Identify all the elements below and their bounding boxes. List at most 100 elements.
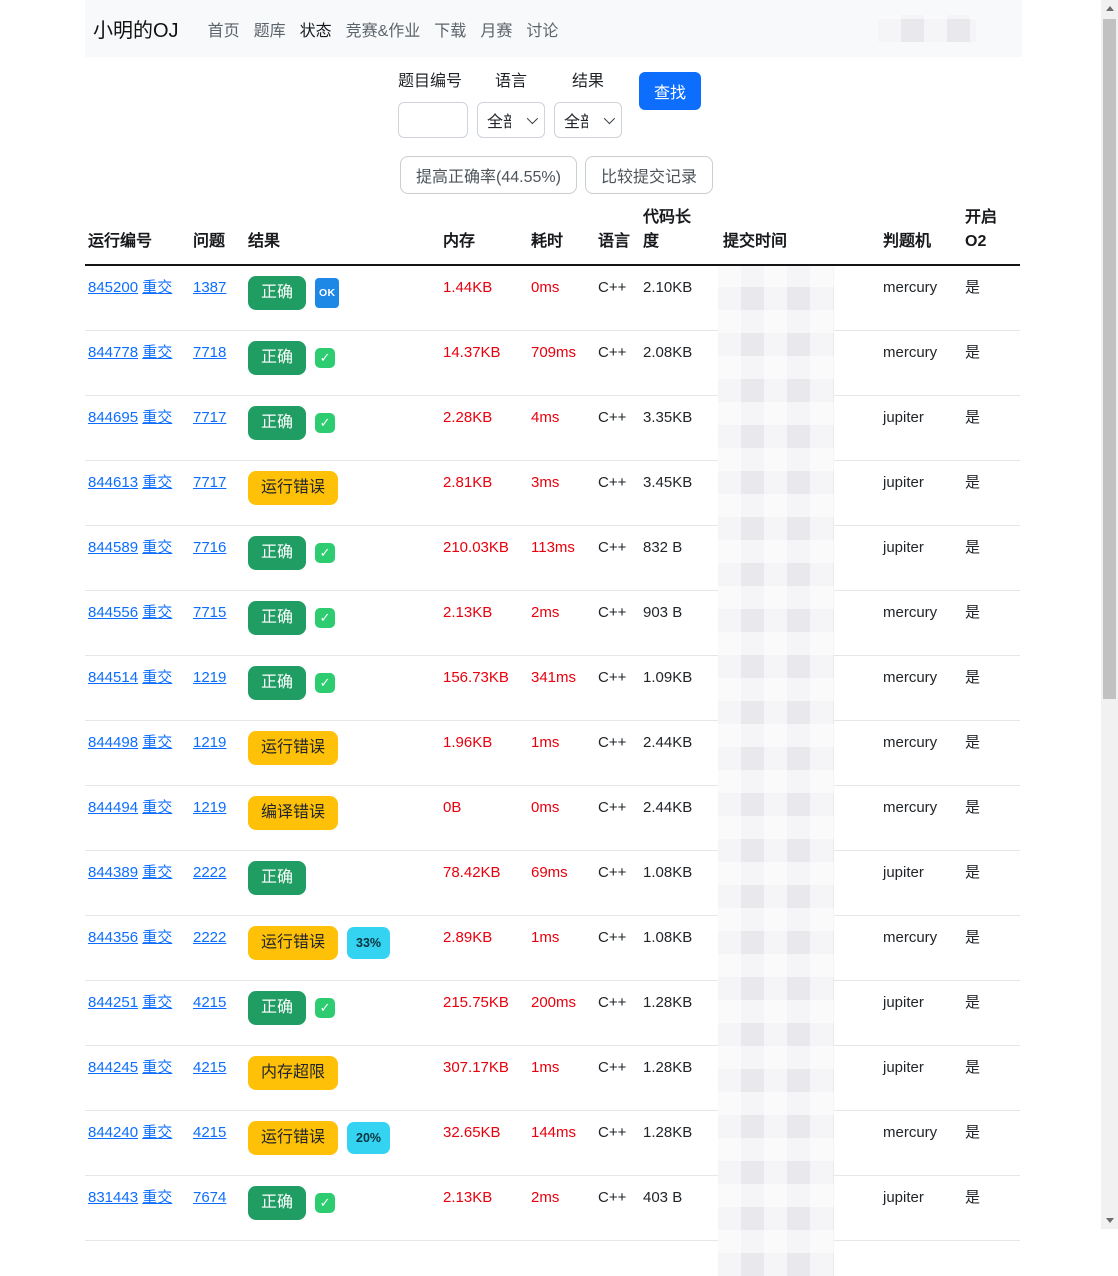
nav-item-discuss[interactable]: 讨论	[526, 17, 558, 41]
resubmit-link[interactable]: 重交	[142, 604, 172, 621]
nav-item-download[interactable]: 下载	[434, 17, 466, 41]
resubmit-link[interactable]: 重交	[142, 1124, 172, 1141]
run-id-link[interactable]: 844240	[88, 1124, 138, 1141]
resubmit-link[interactable]: 重交	[142, 279, 172, 296]
problem-link[interactable]: 2222	[193, 864, 226, 881]
problem-link[interactable]: 7717	[193, 409, 226, 426]
run-id-link[interactable]: 844778	[88, 344, 138, 361]
run-id-link[interactable]: 831443	[88, 1189, 138, 1206]
run-id-link[interactable]: 844695	[88, 409, 138, 426]
problem-link[interactable]: 4215	[193, 1059, 226, 1076]
problem-link[interactable]: 1219	[193, 799, 226, 816]
time-value: 0ms	[528, 265, 595, 331]
run-id-link[interactable]: 844245	[88, 1059, 138, 1076]
col-time: 耗时	[528, 206, 595, 266]
resubmit-link[interactable]: 重交	[142, 409, 172, 426]
resubmit-link[interactable]: 重交	[142, 474, 172, 491]
run-id-link[interactable]: 844514	[88, 669, 138, 686]
judger-value: jupiter	[880, 1175, 962, 1241]
scroll-up-button[interactable]	[1101, 0, 1118, 17]
result-badge[interactable]: 正确	[248, 405, 307, 440]
problem-link[interactable]: 1219	[193, 669, 226, 686]
run-id-link[interactable]: 844494	[88, 799, 138, 816]
result-badge[interactable]: 正确	[248, 665, 307, 700]
run-id-link[interactable]: 844389	[88, 864, 138, 881]
run-id-link[interactable]: 844498	[88, 734, 138, 751]
language-value: C++	[595, 720, 640, 786]
problem-link[interactable]: 2222	[193, 929, 226, 946]
nav-item-home[interactable]: 首页	[208, 17, 240, 41]
scrollbar[interactable]	[1101, 0, 1118, 1229]
memory-value: 2.13KB	[440, 590, 528, 656]
result-mark: ✓	[315, 672, 336, 693]
result-badge[interactable]: 正确	[248, 1185, 307, 1220]
problem-link[interactable]: 7716	[193, 539, 226, 556]
run-id-link[interactable]: 845200	[88, 279, 138, 296]
result-badge[interactable]: 正确	[248, 990, 307, 1025]
problem-link[interactable]: 7717	[193, 474, 226, 491]
result-badge[interactable]: 内存超限	[248, 1055, 339, 1090]
resubmit-link[interactable]: 重交	[142, 799, 172, 816]
code-length-value: 1.09KB	[640, 655, 720, 721]
problem-link[interactable]: 7715	[193, 604, 226, 621]
resubmit-link[interactable]: 重交	[142, 669, 172, 686]
time-value: 113ms	[528, 525, 595, 591]
language-select[interactable]: 全部	[477, 102, 545, 138]
result-badge[interactable]: 正确	[248, 860, 307, 895]
resubmit-link[interactable]: 重交	[142, 1059, 172, 1076]
run-id-link[interactable]: 844589	[88, 539, 138, 556]
result-cell: 正确 ✓	[248, 990, 440, 1025]
result-badge[interactable]: 正确	[248, 340, 307, 375]
problem-link[interactable]: 7674	[193, 1189, 226, 1206]
result-badge[interactable]: 编译错误	[248, 795, 339, 830]
result-badge[interactable]: 运行错误	[248, 730, 339, 765]
nav-item-status[interactable]: 状态	[300, 17, 332, 41]
resubmit-link[interactable]: 重交	[142, 1189, 172, 1206]
brand[interactable]: 小明的OJ	[93, 14, 179, 43]
code-length-value: 1.28KB	[640, 1110, 720, 1176]
resubmit-link[interactable]: 重交	[142, 344, 172, 361]
scroll-down-button[interactable]	[1101, 1212, 1118, 1229]
language-value: C++	[595, 1175, 640, 1241]
judger-value: jupiter	[880, 980, 962, 1046]
result-badge[interactable]: 正确	[248, 276, 307, 310]
problem-link[interactable]: 4215	[193, 994, 226, 1011]
resubmit-link[interactable]: 重交	[142, 734, 172, 751]
result-badge[interactable]: 正确	[248, 535, 307, 570]
time-value: 4ms	[528, 395, 595, 461]
result-badge[interactable]: 正确	[248, 600, 307, 635]
language-selected-value: 全部	[487, 114, 511, 131]
memory-value: 210.03KB	[440, 525, 528, 591]
run-id-link[interactable]: 844356	[88, 929, 138, 946]
nav-item-contests[interactable]: 竞赛&作业	[346, 17, 421, 41]
memory-value: 1.96KB	[440, 720, 528, 786]
resubmit-link[interactable]: 重交	[142, 929, 172, 946]
resubmit-link[interactable]: 重交	[142, 864, 172, 881]
problem-link[interactable]: 1387	[193, 279, 226, 296]
col-language: 语言	[595, 206, 640, 266]
run-id-link[interactable]: 844613	[88, 474, 138, 491]
result-badge[interactable]: 运行错误	[248, 1120, 339, 1155]
result-mark: ✓	[315, 542, 336, 563]
compare-submissions-button[interactable]: 比较提交记录	[584, 156, 713, 194]
problem-link[interactable]: 1219	[193, 734, 226, 751]
problem-id-input[interactable]	[398, 102, 468, 138]
resubmit-link[interactable]: 重交	[142, 994, 172, 1011]
run-id-link[interactable]: 844251	[88, 994, 138, 1011]
nav-item-monthly[interactable]: 月赛	[480, 17, 512, 41]
table-row: 844245 重交 4215 内存超限 307.17KB 1ms C++ 1.2…	[85, 1045, 1020, 1111]
scroll-thumb[interactable]	[1103, 19, 1116, 699]
run-id-link[interactable]: 844556	[88, 604, 138, 621]
improve-accuracy-button[interactable]: 提高正确率(44.55%)	[400, 156, 577, 194]
time-value: 1ms	[528, 720, 595, 786]
search-button[interactable]: 查找	[639, 72, 702, 110]
language-value: C++	[595, 785, 640, 851]
memory-value: 307.17KB	[440, 1045, 528, 1111]
problem-link[interactable]: 7718	[193, 344, 226, 361]
result-badge[interactable]: 运行错误	[248, 470, 339, 505]
result-select[interactable]: 全部	[554, 102, 622, 138]
resubmit-link[interactable]: 重交	[142, 539, 172, 556]
result-badge[interactable]: 运行错误	[248, 925, 339, 960]
nav-item-problems[interactable]: 题库	[254, 17, 286, 41]
problem-link[interactable]: 4215	[193, 1124, 226, 1141]
